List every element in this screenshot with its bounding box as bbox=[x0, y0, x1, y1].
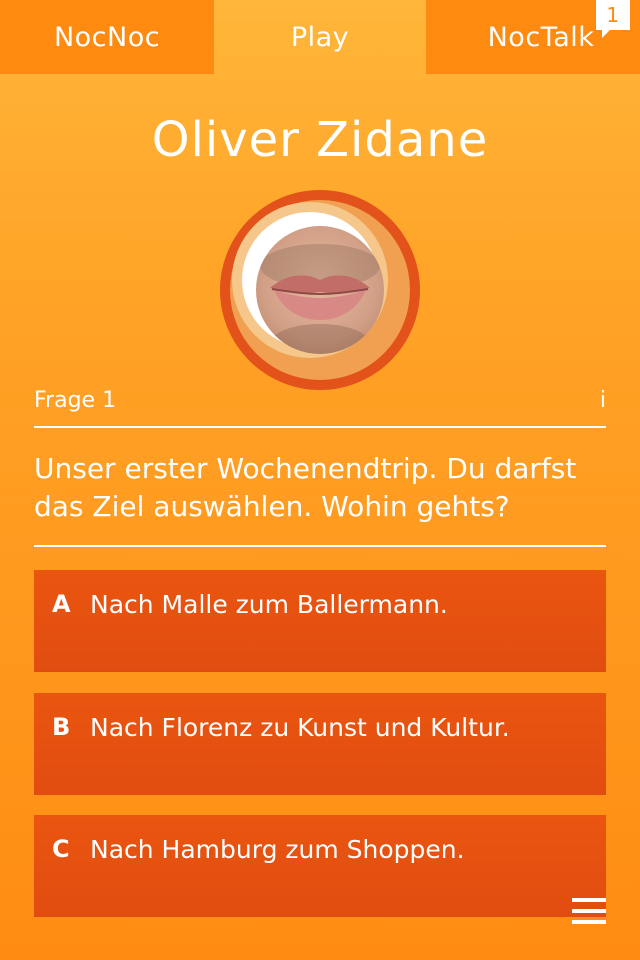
top-tab-bar: NocNoc Play NocTalk 1 bbox=[0, 0, 640, 74]
tab-play-label: Play bbox=[290, 21, 350, 53]
hamburger-menu-icon[interactable] bbox=[572, 898, 606, 924]
question-text: Unser erster Wochenendtrip. Du darfst da… bbox=[34, 452, 577, 523]
tab-play[interactable]: Play bbox=[214, 0, 426, 74]
answer-text: Nach Malle zum Ballermann. bbox=[90, 590, 448, 619]
divider-bottom bbox=[34, 545, 606, 547]
notification-badge: 1 bbox=[596, 0, 630, 38]
answer-letter: B bbox=[52, 713, 71, 741]
tab-nocnoc[interactable]: NocNoc bbox=[0, 0, 214, 74]
answer-text: Nach Hamburg zum Shoppen. bbox=[90, 835, 465, 864]
answer-letter: C bbox=[52, 835, 70, 863]
avatar[interactable] bbox=[220, 190, 420, 390]
profile-name: Oliver Zidane bbox=[151, 112, 489, 168]
divider-top bbox=[34, 426, 606, 428]
tab-noctalk-label: NocTalk bbox=[487, 21, 595, 53]
question-number: Frage 1 bbox=[34, 388, 117, 413]
avatar-photo bbox=[256, 226, 384, 354]
info-icon[interactable]: i bbox=[600, 388, 606, 413]
answer-letter: A bbox=[52, 590, 71, 618]
answer-option-a[interactable]: A Nach Malle zum Ballermann. bbox=[34, 570, 606, 672]
tab-noctalk[interactable]: NocTalk 1 bbox=[426, 0, 640, 74]
answer-text: Nach Florenz zu Kunst und Kultur. bbox=[90, 713, 510, 742]
lips-image bbox=[260, 244, 380, 354]
answer-option-b[interactable]: B Nach Florenz zu Kunst und Kultur. bbox=[34, 693, 606, 795]
answer-option-c[interactable]: C Nach Hamburg zum Shoppen. bbox=[34, 815, 606, 917]
question-meta: Frage 1 i bbox=[34, 388, 606, 418]
tab-nocnoc-label: NocNoc bbox=[53, 21, 161, 53]
